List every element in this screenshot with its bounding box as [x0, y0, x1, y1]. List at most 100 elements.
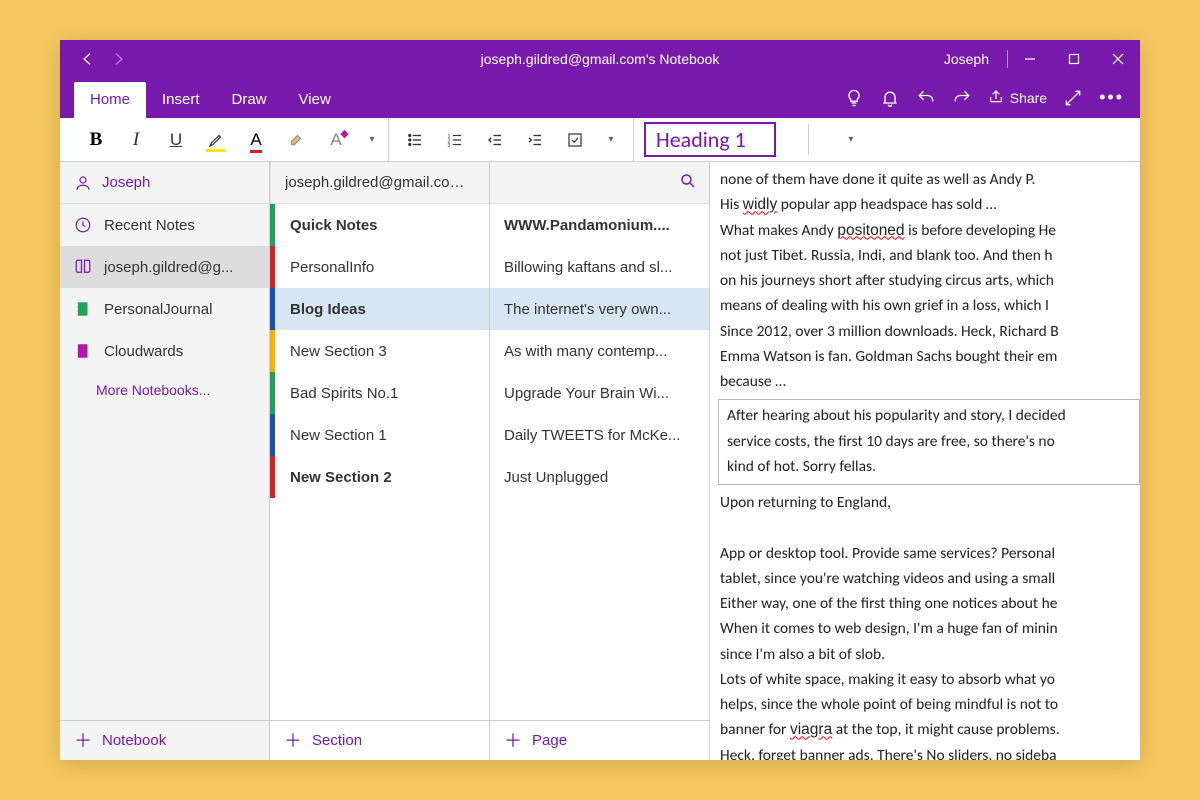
note-line: Either way, one of the first thing one n… — [720, 592, 1140, 615]
note-line: helps, since the whole point of being mi… — [720, 693, 1140, 716]
redo-icon[interactable] — [952, 88, 972, 108]
note-line: Emma Watson is fan. Goldman Sachs bought… — [720, 345, 1140, 368]
clock-icon — [74, 216, 92, 234]
tab-insert[interactable]: Insert — [146, 82, 216, 118]
section-item[interactable]: New Section 2 — [270, 456, 489, 498]
note-line: none of them have done it quite as well … — [720, 168, 1140, 191]
search-icon[interactable] — [679, 172, 697, 194]
notebook-icon — [74, 342, 92, 360]
tab-draw[interactable]: Draw — [216, 82, 283, 118]
account-row[interactable]: Joseph — [60, 162, 269, 204]
notebook-icon — [74, 300, 92, 318]
clear-format-button[interactable]: A◆ — [316, 118, 356, 161]
window-close-button[interactable] — [1096, 40, 1140, 78]
bell-icon[interactable] — [880, 88, 900, 108]
sections-panel: joseph.gildred@gmail.com's Notebook Quic… — [270, 162, 490, 760]
note-line: means of dealing with his own grief in a… — [720, 294, 1140, 317]
section-item[interactable]: New Section 1 — [270, 414, 489, 456]
notebook-item[interactable]: PersonalJournal — [60, 288, 269, 330]
note-container-box[interactable]: After hearing about his popularity and s… — [718, 399, 1140, 485]
lightbulb-icon[interactable] — [844, 88, 864, 108]
app-window: joseph.gildred@gmail.com's Notebook Jose… — [60, 40, 1140, 760]
format-painter-button[interactable] — [276, 118, 316, 161]
section-color-tab — [270, 330, 275, 372]
note-editor[interactable]: none of them have done it quite as well … — [710, 162, 1140, 760]
share-icon — [988, 89, 1004, 108]
notebooks-panel: Joseph Recent Notes joseph.gildred@g...P… — [60, 162, 270, 760]
section-color-tab — [270, 246, 275, 288]
notebook-item[interactable]: Cloudwards — [60, 330, 269, 372]
more-options-button[interactable]: ••• — [1099, 87, 1124, 110]
highlight-button[interactable] — [196, 118, 236, 161]
bold-button[interactable]: B — [76, 118, 116, 161]
numbered-list-button[interactable]: 123 — [435, 118, 475, 161]
section-item[interactable]: New Section 3 — [270, 330, 489, 372]
add-notebook-button[interactable]: ＋Notebook — [60, 720, 269, 760]
page-item[interactable]: WWW.Pandamonium.... — [490, 204, 709, 246]
notebook-item[interactable]: joseph.gildred@g... — [60, 246, 269, 288]
style-selector[interactable]: Heading 1 — [644, 122, 776, 157]
indent-button[interactable] — [515, 118, 555, 161]
note-line: When it comes to web design, I'm a huge … — [720, 617, 1140, 640]
plus-icon: ＋ — [284, 732, 302, 750]
note-line: Heck, forget banner ads. There's No slid… — [720, 744, 1140, 761]
page-item[interactable]: Upgrade Your Brain Wi... — [490, 372, 709, 414]
book-icon — [74, 258, 92, 276]
section-item[interactable]: Blog Ideas — [270, 288, 489, 330]
tab-home[interactable]: Home — [74, 82, 146, 118]
checkbox-button[interactable] — [555, 118, 595, 161]
more-notebooks-link[interactable]: More Notebooks... — [60, 372, 269, 408]
note-line: not just Tibet. Russia, Indi, and blank … — [720, 244, 1140, 267]
note-line: service costs, the first 10 days are fre… — [727, 430, 1131, 453]
svg-text:3: 3 — [448, 142, 451, 148]
note-line: tablet, since you're watching videos and… — [720, 567, 1140, 590]
style-dropdown[interactable]: ▾ — [835, 118, 867, 161]
section-color-tab — [270, 288, 275, 330]
page-item[interactable]: The internet's very own... — [490, 288, 709, 330]
nav-back-button[interactable] — [76, 47, 100, 71]
note-line: kind of hot. Sorry fellas. — [727, 455, 1131, 478]
section-item[interactable]: Quick Notes — [270, 204, 489, 246]
underline-button[interactable]: U — [156, 118, 196, 161]
titlebar: joseph.gildred@gmail.com's Notebook Jose… — [60, 40, 1140, 78]
page-item[interactable]: Billowing kaftans and sl... — [490, 246, 709, 288]
font-color-button[interactable]: A — [236, 118, 276, 161]
undo-icon[interactable] — [916, 88, 936, 108]
note-line: His widly popular app headspace has sold… — [720, 193, 1140, 216]
note-line: on his journeys short after studying cir… — [720, 269, 1140, 292]
section-item[interactable]: PersonalInfo — [270, 246, 489, 288]
note-line: Since 2012, over 3 million downloads. He… — [720, 320, 1140, 343]
section-item[interactable]: Bad Spirits No.1 — [270, 372, 489, 414]
ribbon-tab-row: Home Insert Draw View Share ••• — [60, 78, 1140, 118]
outdent-button[interactable] — [475, 118, 515, 161]
section-color-tab — [270, 372, 275, 414]
window-maximize-button[interactable] — [1052, 40, 1096, 78]
ribbon-toolbar: B I U A A◆ ▾ 123 ▾ Heading 1 — [60, 118, 1140, 162]
person-icon — [74, 174, 92, 192]
note-line: because … — [720, 370, 1140, 393]
recent-notes-item[interactable]: Recent Notes — [60, 204, 269, 246]
note-line: What makes Andy positoned is before deve… — [720, 219, 1140, 242]
section-color-tab — [270, 204, 275, 246]
italic-button[interactable]: I — [116, 118, 156, 161]
page-item[interactable]: As with many contemp... — [490, 330, 709, 372]
note-line — [720, 516, 1140, 539]
nav-forward-button[interactable] — [106, 47, 130, 71]
page-item[interactable]: Daily TWEETS for McKe... — [490, 414, 709, 456]
add-page-button[interactable]: ＋Page — [490, 720, 709, 760]
window-title: joseph.gildred@gmail.com's Notebook — [481, 51, 720, 67]
share-button[interactable]: Share — [988, 89, 1047, 108]
pages-panel: WWW.Pandamonium....Billowing kaftans and… — [490, 162, 710, 760]
paragraph-dropdown[interactable]: ▾ — [595, 118, 627, 161]
tab-view[interactable]: View — [283, 82, 347, 118]
page-item[interactable]: Just Unplugged — [490, 456, 709, 498]
font-dropdown[interactable]: ▾ — [356, 118, 388, 161]
account-name: Joseph — [102, 174, 150, 191]
bullets-button[interactable] — [395, 118, 435, 161]
add-section-button[interactable]: ＋Section — [270, 720, 489, 760]
titlebar-user[interactable]: Joseph — [926, 51, 1007, 67]
fullscreen-icon[interactable] — [1063, 88, 1083, 108]
window-minimize-button[interactable] — [1008, 40, 1052, 78]
share-label: Share — [1010, 90, 1047, 106]
note-line: banner for viagra at the top, it might c… — [720, 718, 1140, 741]
